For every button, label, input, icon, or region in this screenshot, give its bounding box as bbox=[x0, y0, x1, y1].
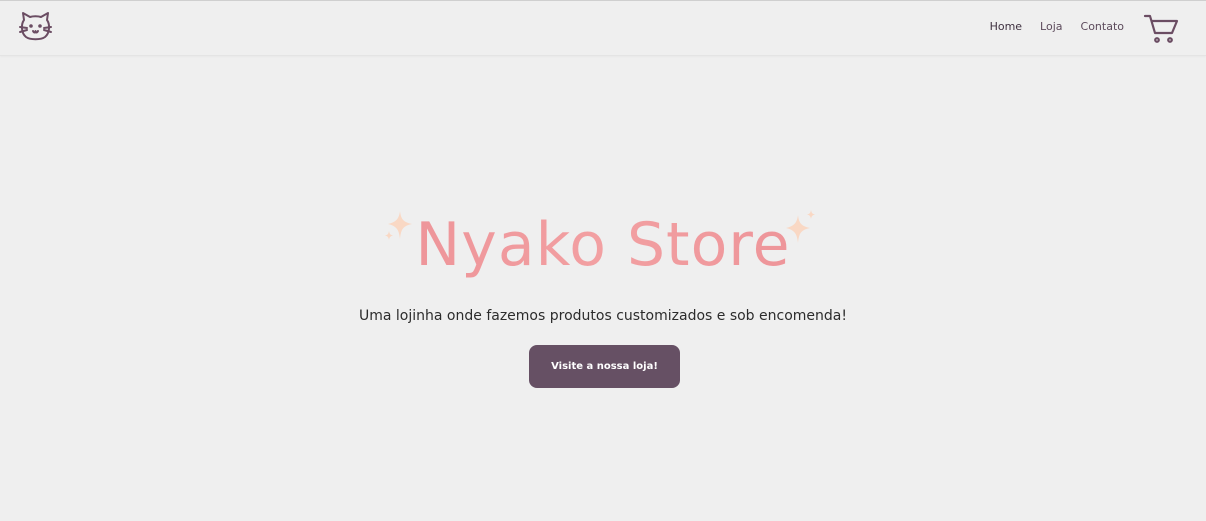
hero-section: Nyako Store Uma lojinha onde fazemos pro… bbox=[0, 205, 1206, 388]
hero-title: Nyako Store bbox=[0, 205, 1206, 285]
sparkle-icon bbox=[786, 210, 815, 243]
nav-contato-link[interactable]: Contato bbox=[1081, 20, 1124, 33]
cat-face-icon[interactable] bbox=[18, 11, 53, 44]
nav-home-link[interactable]: Home bbox=[990, 20, 1022, 33]
site-header: Home Loja Contato bbox=[0, 1, 1206, 56]
hero-title-row: Nyako Store bbox=[0, 205, 1206, 301]
shopping-cart-icon[interactable] bbox=[1143, 13, 1179, 45]
visit-store-button[interactable]: Visite a nossa loja! bbox=[529, 345, 680, 388]
page: Home Loja Contato Nyako Store Uma lojinh… bbox=[0, 0, 1206, 521]
hero-subtitle: Uma lojinha onde fazemos produtos custom… bbox=[359, 308, 847, 324]
main-nav: Home Loja Contato bbox=[972, 20, 1124, 33]
nav-loja-link[interactable]: Loja bbox=[1040, 20, 1062, 33]
